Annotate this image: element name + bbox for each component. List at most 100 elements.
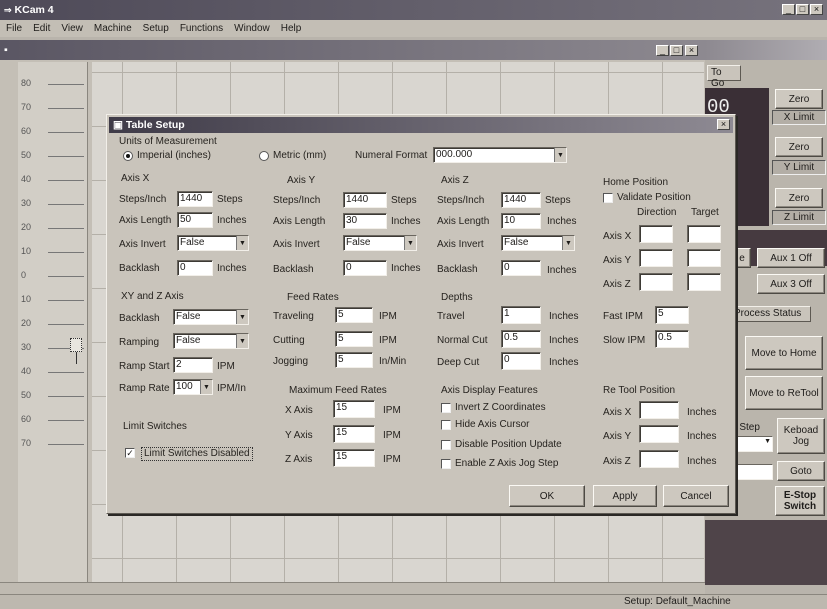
aux3-button[interactable]: Aux 3 Off	[757, 274, 825, 294]
menu-functions[interactable]: Functions	[180, 23, 223, 34]
feed-traveling-input[interactable]: 5	[335, 307, 373, 323]
feed-jogging-input[interactable]: 5	[335, 352, 373, 368]
zero-x-button[interactable]: Zero	[775, 89, 823, 109]
zero-z-button[interactable]: Zero	[775, 188, 823, 208]
apply-button[interactable]: Apply	[593, 485, 657, 507]
fast-ipm-input[interactable]: 5	[655, 306, 689, 324]
depth-normal-input[interactable]: 0.5	[501, 330, 541, 348]
axis-y-invert-select[interactable]: False ▼	[343, 235, 417, 251]
feed-traveling-unit: IPM	[379, 311, 397, 322]
close-icon[interactable]: ×	[810, 4, 823, 15]
home-z-target-input[interactable]	[687, 273, 721, 291]
axis-cursor[interactable]	[70, 338, 82, 352]
menu-setup[interactable]: Setup	[143, 23, 169, 34]
axis-y-length-unit: Inches	[391, 216, 421, 227]
keyboard-jog-button[interactable]: Keboad Jog	[777, 418, 825, 454]
limit-switches-checkbox[interactable]: ✓	[125, 448, 135, 458]
xyz-backlash-select[interactable]: False ▼	[173, 309, 249, 325]
disable-update-checkbox[interactable]	[441, 440, 451, 450]
axis-z-invert-select[interactable]: False ▼	[501, 235, 575, 251]
home-x-target-input[interactable]	[687, 225, 721, 243]
ok-button[interactable]: OK	[509, 485, 585, 507]
home-y-target-input[interactable]	[687, 249, 721, 267]
axis-z-backlash-input[interactable]: 0	[501, 260, 541, 276]
ruler-tick	[48, 228, 84, 229]
max-feed-y-input[interactable]: 15	[333, 425, 375, 443]
axis-x-length-label: Axis Length	[119, 215, 172, 226]
ramping-select[interactable]: False ▼	[173, 333, 249, 349]
estop-button[interactable]: E-Stop Switch	[775, 486, 825, 516]
maximize-icon[interactable]: □	[796, 4, 809, 15]
ramp-rate-select[interactable]: 100 ▼	[173, 379, 213, 395]
axis-z-backlash-label: Backlash	[437, 264, 478, 275]
tab-to-go[interactable]: To Go	[707, 65, 741, 89]
menu-view[interactable]: View	[61, 23, 83, 34]
fast-ipm-label: Fast IPM	[603, 311, 644, 322]
numeral-format-select[interactable]: 000.000 ▼	[433, 147, 567, 163]
feed-group-label: Feed Rates	[287, 292, 339, 303]
move-to-home-button[interactable]: Move to Home	[745, 336, 823, 370]
retool-y-input[interactable]	[639, 425, 679, 443]
home-z-direction-input[interactable]	[639, 273, 673, 291]
max-feed-z-input[interactable]: 15	[333, 449, 375, 467]
max-feed-x-input[interactable]: 15	[333, 400, 375, 418]
goto-input[interactable]	[731, 464, 773, 480]
retool-group-label: Re Tool Position	[603, 385, 676, 396]
menu-window[interactable]: Window	[234, 23, 270, 34]
axis-x-steps-input[interactable]: 1440	[177, 191, 213, 207]
ruler-tick-label: 10	[21, 294, 32, 304]
y-limit-indicator: Y Limit	[772, 160, 826, 175]
axis-x-length-input[interactable]: 50	[177, 212, 213, 228]
metric-radio[interactable]	[259, 151, 269, 161]
invert-z-checkbox[interactable]	[441, 403, 451, 413]
home-x-direction-input[interactable]	[639, 225, 673, 243]
doc-maximize-icon[interactable]: □	[670, 45, 683, 56]
hide-cursor-checkbox[interactable]	[441, 420, 451, 430]
axis-z-length-input[interactable]: 10	[501, 213, 541, 229]
home-y-direction-input[interactable]	[639, 249, 673, 267]
ruler-tick	[48, 300, 84, 301]
home-axis-x-label: Axis X	[603, 231, 632, 242]
tab-process-status[interactable]: Process Status	[729, 306, 811, 322]
move-to-retool-button[interactable]: Move to ReTool	[745, 376, 823, 410]
doc-close-icon[interactable]: ×	[685, 45, 698, 56]
menu-edit[interactable]: Edit	[33, 23, 50, 34]
doc-minimize-icon[interactable]: _	[656, 45, 669, 56]
axis-y-length-input[interactable]: 30	[343, 213, 387, 229]
retool-z-input[interactable]	[639, 450, 679, 468]
menu-machine[interactable]: Machine	[94, 23, 132, 34]
app-icon: ⇒	[4, 4, 12, 15]
axis-x-invert-select[interactable]: False ▼	[177, 235, 249, 251]
ramp-start-input[interactable]: 2	[173, 357, 213, 373]
retool-x-input[interactable]	[639, 401, 679, 419]
ruler-tick-label: 30	[21, 198, 32, 208]
depth-normal-label: Normal Cut	[437, 335, 488, 346]
retool-y-unit: Inches	[687, 431, 717, 442]
imperial-radio[interactable]	[123, 151, 133, 161]
axis-y-steps-input[interactable]: 1440	[343, 192, 387, 208]
minimize-icon[interactable]: _	[782, 4, 795, 15]
menu-file[interactable]: File	[6, 23, 22, 34]
zero-y-button[interactable]: Zero	[775, 137, 823, 157]
ramp-start-label: Ramp Start	[119, 361, 170, 372]
menu-help[interactable]: Help	[281, 23, 302, 34]
ruler-tick	[48, 444, 84, 445]
max-feed-y-label: Y Axis	[285, 430, 313, 441]
slow-ipm-input[interactable]: 0.5	[655, 330, 689, 348]
enable-jog-checkbox[interactable]	[441, 459, 451, 469]
dialog-close-icon[interactable]: ×	[717, 119, 730, 130]
right-panel-title	[705, 40, 827, 60]
axis-y-backlash-input[interactable]: 0	[343, 260, 387, 276]
aux1-button[interactable]: Aux 1 Off	[757, 248, 825, 268]
feed-cutting-input[interactable]: 5	[335, 331, 373, 347]
depth-travel-input[interactable]: 1	[501, 306, 541, 324]
depth-deep-input[interactable]: 0	[501, 352, 541, 370]
axis-x-backlash-input[interactable]: 0	[177, 260, 213, 276]
validate-position-checkbox[interactable]	[603, 193, 613, 203]
goto-button[interactable]: Goto	[777, 461, 825, 481]
ruler-tick-label: 50	[21, 150, 32, 160]
axis-z-steps-input[interactable]: 1440	[501, 192, 541, 208]
ruler-tick	[48, 156, 84, 157]
cancel-button[interactable]: Cancel	[663, 485, 729, 507]
step-select[interactable]: ▼	[733, 436, 773, 452]
